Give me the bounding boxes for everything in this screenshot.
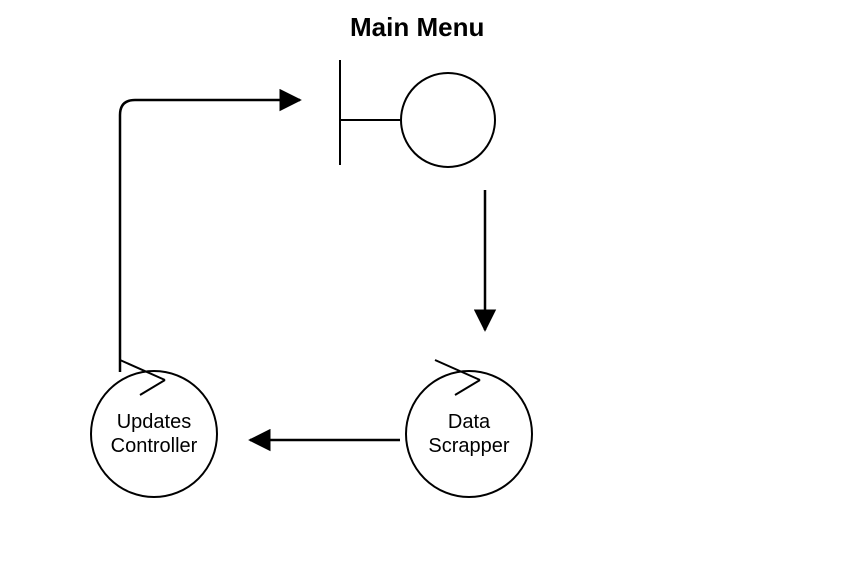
diagram-canvas: Main Menu DataScrapper UpdatesController	[0, 0, 847, 580]
node-data-scrapper: DataScrapper	[405, 370, 533, 498]
diagram-title: Main Menu	[350, 12, 484, 43]
node-data-scrapper-label: DataScrapper	[428, 410, 509, 458]
arrow-updates-to-main	[120, 100, 300, 372]
main-menu-interface-icon	[340, 60, 400, 165]
node-updates-controller: UpdatesController	[90, 370, 218, 498]
node-updates-controller-label: UpdatesController	[111, 410, 198, 458]
node-main-menu	[400, 72, 496, 168]
